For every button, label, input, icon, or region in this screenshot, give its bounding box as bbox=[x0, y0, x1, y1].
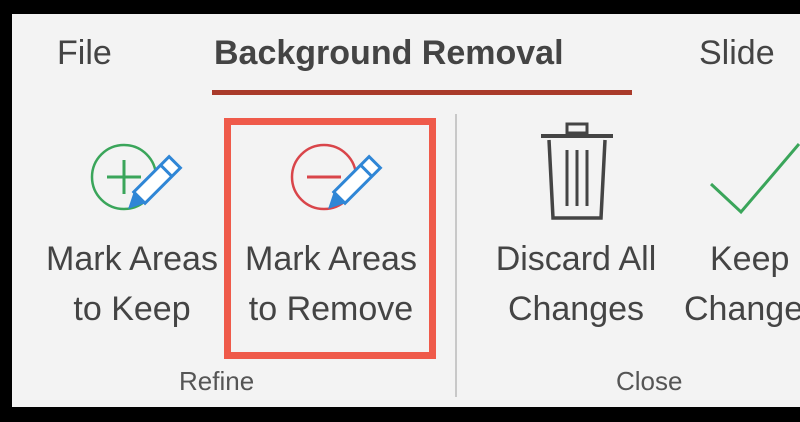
group-label-close: Close bbox=[616, 366, 683, 396]
discard-label-line1: Discard All bbox=[495, 240, 657, 278]
mark-keep-label-line1: Mark Areas bbox=[46, 240, 218, 278]
plus-pencil-icon bbox=[90, 143, 183, 211]
mark-keep-label-line2: to Keep bbox=[73, 290, 191, 328]
group-separator bbox=[455, 114, 457, 397]
keep-changes-label-line2: Changes bbox=[684, 290, 800, 328]
highlight-box bbox=[224, 118, 436, 359]
keep-changes-label-line1: Keep bbox=[710, 240, 790, 278]
trash-icon bbox=[541, 122, 613, 220]
ribbon: File Background Removal Slide Mark Areas… bbox=[12, 14, 800, 407]
tab-file[interactable]: File bbox=[57, 34, 112, 73]
group-label-refine: Refine bbox=[179, 366, 255, 396]
tab-background-removal[interactable]: Background Removal bbox=[214, 34, 564, 73]
checkmark-icon bbox=[709, 143, 800, 215]
tab-slide[interactable]: Slide bbox=[699, 34, 775, 73]
discard-label-line2: Changes bbox=[507, 290, 645, 328]
active-tab-underline bbox=[212, 90, 632, 95]
